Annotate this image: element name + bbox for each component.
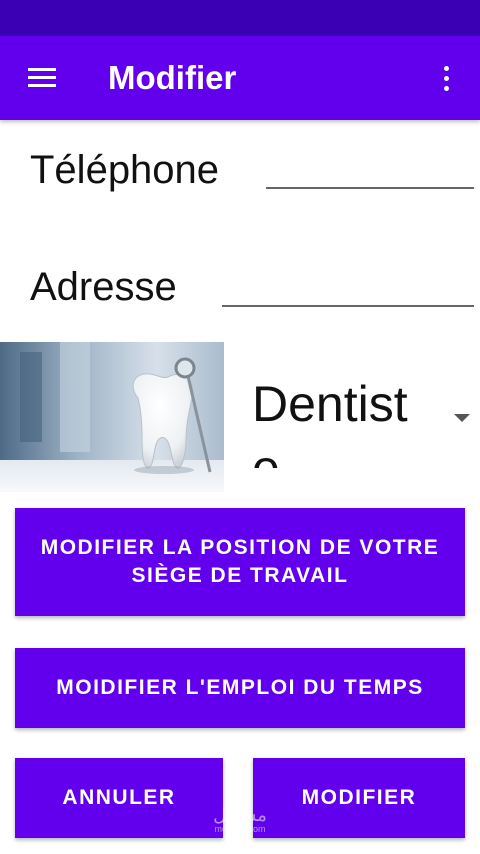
modify-button[interactable]: MODIFIER bbox=[253, 758, 465, 838]
watermark-logo: مستقل mostaql.com bbox=[208, 806, 272, 836]
more-vert-icon[interactable] bbox=[436, 64, 456, 94]
specialty-selected-value: Dentiste bbox=[252, 376, 408, 468]
dentist-tooth-image bbox=[0, 342, 224, 492]
page-title: Modifier bbox=[108, 59, 237, 96]
adresse-label: Adresse bbox=[30, 265, 177, 309]
modify-position-button[interactable]: MODIFIER LA POSITION DE VOTRE SIÈGE DE T… bbox=[15, 508, 465, 616]
adresse-input[interactable] bbox=[224, 274, 472, 304]
watermark-subtext: mostaql.com bbox=[214, 824, 266, 834]
adresse-underline bbox=[222, 305, 474, 307]
hamburger-menu-icon[interactable] bbox=[28, 68, 56, 88]
watermark-text: مستقل bbox=[213, 805, 267, 825]
cancel-button[interactable]: ANNULER bbox=[15, 758, 223, 838]
app-bar: Modifier bbox=[0, 36, 480, 120]
telephone-input[interactable] bbox=[268, 156, 472, 186]
specialty-spinner[interactable]: Dentiste bbox=[236, 372, 480, 468]
modify-schedule-button[interactable]: MOIDIFIER L'EMPLOI DU TEMPS bbox=[15, 648, 465, 728]
telephone-label: Téléphone bbox=[30, 148, 220, 192]
telephone-underline bbox=[266, 187, 474, 189]
status-bar bbox=[0, 0, 480, 36]
dropdown-arrow-icon[interactable] bbox=[454, 414, 470, 422]
